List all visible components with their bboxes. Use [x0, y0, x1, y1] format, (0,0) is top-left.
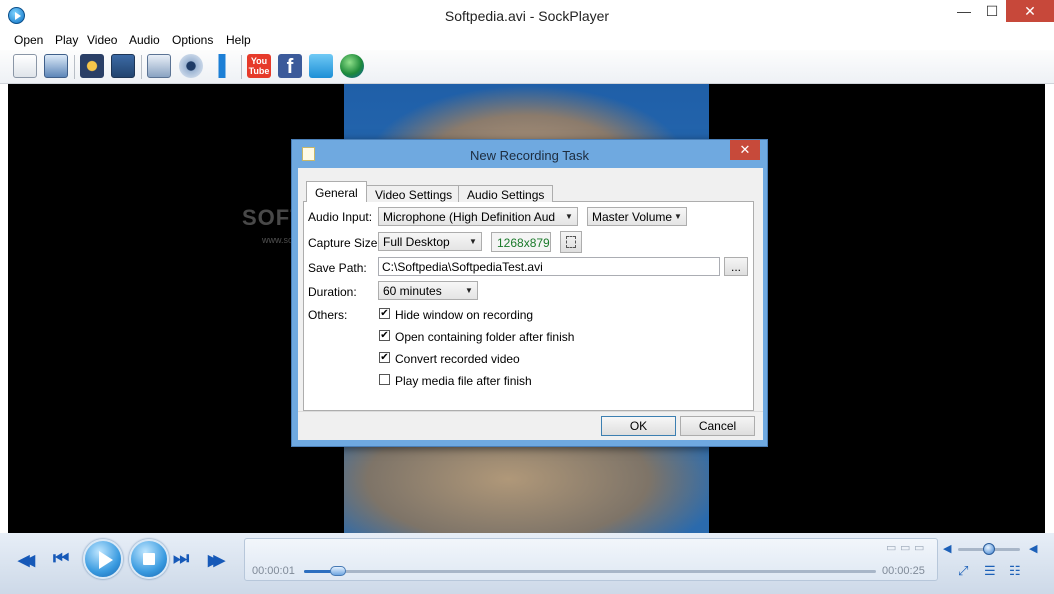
- screen-icon[interactable]: [147, 54, 171, 78]
- caption-icon[interactable]: ▭: [886, 541, 896, 554]
- seek-track[interactable]: [304, 570, 876, 573]
- save-path-label: Save Path:: [308, 261, 367, 275]
- minimize-icon[interactable]: —: [950, 0, 978, 22]
- web-icon[interactable]: [340, 54, 364, 78]
- cancel-button[interactable]: Cancel: [680, 416, 755, 436]
- menu-video[interactable]: Video: [87, 33, 117, 47]
- previous-track-icon[interactable]: ⏮: [53, 548, 69, 569]
- volume-mute-icon[interactable]: ◀: [943, 542, 951, 555]
- menu-audio[interactable]: Audio: [129, 33, 160, 47]
- select-region-button[interactable]: [560, 231, 582, 253]
- seek-panel: [244, 538, 938, 581]
- play-button[interactable]: [83, 539, 123, 579]
- play-media-checkbox[interactable]: [379, 374, 390, 385]
- audio-input-value: Microphone (High Definition Aud: [383, 210, 556, 224]
- chevron-down-icon: ▼: [674, 212, 682, 221]
- tab-video-settings[interactable]: Video Settings: [366, 185, 462, 202]
- duration-select[interactable]: 60 minutes ▼: [378, 281, 478, 300]
- dialog-title: New Recording Task: [470, 148, 589, 163]
- menu-open[interactable]: Open: [14, 33, 43, 47]
- dialog-close-icon[interactable]: ✕: [730, 140, 760, 160]
- open-folder-checkbox[interactable]: ✔: [379, 330, 390, 341]
- fast-forward-icon[interactable]: ▶▶: [208, 551, 225, 569]
- microphone-icon[interactable]: [210, 54, 234, 78]
- toolbar-separator: [241, 55, 242, 79]
- open-file-icon[interactable]: [13, 54, 37, 78]
- capture-size-value: Full Desktop: [383, 235, 450, 249]
- convert-video-checkbox[interactable]: ✔: [379, 352, 390, 363]
- maximize-icon[interactable]: ☐: [978, 0, 1006, 22]
- rewind-icon[interactable]: ◀◀: [18, 551, 35, 569]
- capture-size-select[interactable]: Full Desktop ▼: [378, 232, 482, 251]
- others-label: Others:: [308, 308, 348, 322]
- menu-help[interactable]: Help: [226, 33, 251, 47]
- audio-input-select[interactable]: Microphone (High Definition Aud ▼: [378, 207, 578, 226]
- webcam-icon[interactable]: [179, 54, 203, 78]
- fullscreen-icon[interactable]: ⤢: [958, 563, 968, 579]
- seek-thumb[interactable]: [330, 566, 346, 576]
- current-time: 00:00:01: [252, 565, 295, 577]
- next-track-icon[interactable]: ⏭: [173, 548, 189, 569]
- audio-input-label: Audio Input:: [308, 210, 373, 224]
- close-panel-icon[interactable]: ▭: [914, 541, 924, 554]
- hide-window-label: Hide window on recording: [395, 308, 534, 322]
- total-time: 00:00:25: [882, 565, 925, 577]
- capture-resolution: 1268x879: [491, 232, 551, 252]
- open-folder-label: Open containing folder after finish: [395, 330, 575, 344]
- facebook-icon[interactable]: f: [278, 54, 302, 78]
- capture-size-label: Capture Size:: [308, 236, 381, 250]
- capture-icon[interactable]: [80, 54, 104, 78]
- chevron-down-icon: ▼: [465, 286, 473, 295]
- menu-options[interactable]: Options: [172, 33, 213, 47]
- play-media-label: Play media file after finish: [395, 374, 532, 388]
- chevron-down-icon: ▼: [565, 212, 573, 221]
- chevron-down-icon: ▼: [469, 237, 477, 246]
- region-select-icon: [566, 236, 576, 248]
- browse-button[interactable]: ...: [724, 257, 748, 276]
- volume-max-icon[interactable]: ◀: [1029, 542, 1037, 555]
- youtube-icon[interactable]: You Tube: [247, 54, 271, 78]
- volume-thumb[interactable]: [983, 543, 995, 555]
- duration-value: 60 minutes: [383, 284, 442, 298]
- menu-play[interactable]: Play: [55, 33, 78, 47]
- convert-video-label: Convert recorded video: [395, 352, 520, 366]
- dialog-divider: [298, 411, 763, 412]
- playlist-icon[interactable]: ☰: [984, 563, 996, 579]
- toolbar-separator: [141, 55, 142, 79]
- audio-source-value: Master Volume: [592, 210, 673, 224]
- window-title: Softpedia.avi - SockPlayer: [444, 8, 610, 24]
- screen-record-icon[interactable]: [111, 54, 135, 78]
- duration-label: Duration:: [308, 285, 357, 299]
- equalizer-icon[interactable]: ☷: [1009, 563, 1021, 579]
- hide-window-checkbox[interactable]: ✔: [379, 308, 390, 319]
- stop-button[interactable]: [129, 539, 169, 579]
- save-path-input[interactable]: C:\Softpedia\SoftpediaTest.avi: [378, 257, 720, 276]
- close-icon[interactable]: ✕: [1006, 0, 1054, 22]
- tab-general[interactable]: General: [306, 181, 367, 202]
- toolbar-separator: [74, 55, 75, 79]
- audio-source-select[interactable]: Master Volume ▼: [587, 207, 687, 226]
- open-dvd-icon[interactable]: [44, 54, 68, 78]
- tab-audio-settings[interactable]: Audio Settings: [458, 185, 554, 202]
- ok-button[interactable]: OK: [601, 416, 676, 436]
- twitter-icon[interactable]: [309, 54, 333, 78]
- snapshot-icon[interactable]: ▭: [900, 541, 910, 554]
